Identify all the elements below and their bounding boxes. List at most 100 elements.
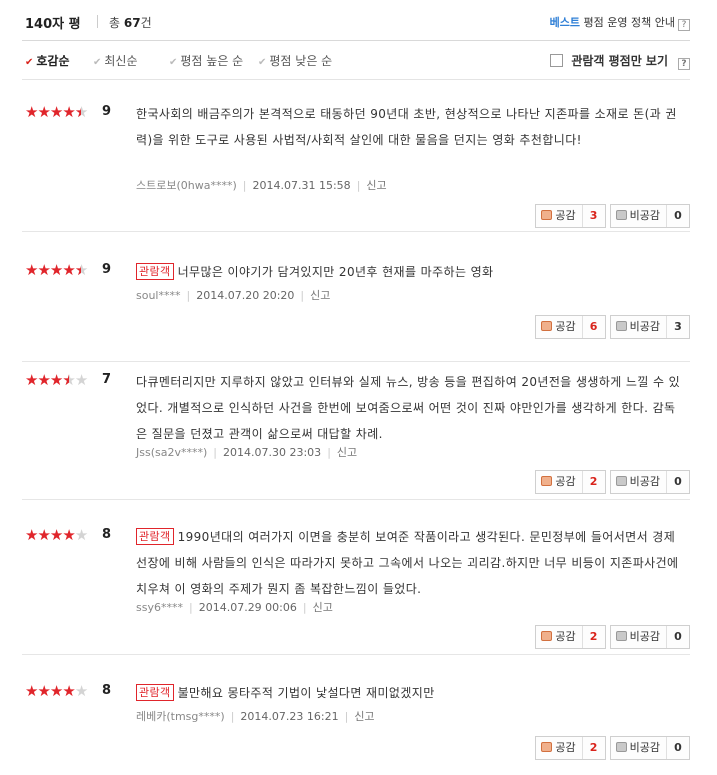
- review-item: ★★★★★ 9 관람객너무많은 이야기가 담겨있지만 20년후 현재를 마주하는…: [22, 262, 690, 362]
- audience-only-checkbox[interactable]: [550, 54, 564, 67]
- check-icon: ✔: [258, 57, 267, 68]
- review-header: 140자 평 총 67건 베스트 평점 운영 정책 안내?: [25, 13, 690, 35]
- help-icon[interactable]: ?: [678, 58, 690, 70]
- review-meta: Jss(sa2v****) | 2014.07.30 23:03 | 신고: [136, 444, 357, 460]
- like-button[interactable]: 공감 3: [535, 204, 606, 228]
- check-icon: ✔: [25, 57, 34, 68]
- dislike-label: 비공감: [629, 630, 660, 643]
- review-author[interactable]: soul****: [136, 289, 181, 302]
- sort-label: 평점 높은 순: [180, 54, 244, 68]
- sort-label: 최신순: [104, 54, 138, 68]
- sort-high-rating[interactable]: ✔ 평점 높은 순: [169, 52, 243, 69]
- thumbs-down-icon: [615, 631, 627, 641]
- meta-divider: |: [230, 710, 235, 723]
- star-icon: ★: [37, 261, 50, 279]
- meta-divider: |: [356, 179, 361, 192]
- like-button[interactable]: 공감 6: [535, 315, 606, 339]
- review-item: ★★★★★ 8 관람객 불만해요 몽타주적 기법이 낯설다면 재미없겠지만 레베카…: [22, 683, 690, 775]
- like-button[interactable]: 공감 2: [535, 625, 606, 649]
- report-link[interactable]: 신고: [337, 446, 357, 459]
- review-text: 관람객 1990년대의 여러가지 이면을 충분히 보여준 작품이라고 생각된다. …: [136, 524, 681, 602]
- audience-badge: 관람객: [136, 684, 174, 701]
- vote-buttons: 공감 2 비공감 0: [535, 625, 690, 649]
- audience-badge: 관람객: [136, 263, 174, 280]
- dislike-button[interactable]: 비공감 0: [609, 470, 690, 494]
- dislike-button[interactable]: 비공감 0: [609, 204, 690, 228]
- star-icon: ★: [74, 682, 88, 700]
- sort-latest[interactable]: ✔ 최신순: [93, 52, 138, 69]
- dislike-button[interactable]: 비공감 0: [609, 736, 690, 760]
- dislike-count: 0: [674, 475, 682, 488]
- meta-divider: |: [300, 289, 305, 302]
- star-rating: ★★★★★: [25, 682, 88, 700]
- review-author[interactable]: 레베카(tmsg****): [136, 710, 225, 723]
- sort-label: 평점 낮은 순: [269, 54, 333, 68]
- like-label: 공감: [555, 630, 576, 643]
- sort-likes[interactable]: ✔ 호감순: [25, 52, 70, 69]
- star-rating: ★★★★★: [25, 261, 88, 279]
- dislike-count: 0: [674, 741, 682, 754]
- report-link[interactable]: 신고: [366, 179, 386, 192]
- thumbs-up-icon: [541, 631, 553, 641]
- check-icon: ✔: [93, 57, 102, 68]
- review-body: 불만해요 몽타주적 기법이 낯설다면 재미없겠지만: [177, 686, 435, 700]
- dislike-label: 비공감: [629, 741, 660, 754]
- star-icon: ★: [49, 371, 63, 389]
- rating-score: 8: [102, 683, 112, 698]
- star-icon: ★: [49, 103, 63, 121]
- star-icon: ★: [74, 526, 88, 544]
- star-icon: ★: [25, 261, 38, 279]
- star-icon: ★: [37, 103, 50, 121]
- like-label: 공감: [555, 320, 576, 333]
- help-icon[interactable]: ?: [678, 19, 690, 31]
- audience-badge: 관람객: [136, 528, 174, 545]
- vote-buttons: 공감 2 비공감 0: [535, 470, 690, 494]
- review-meta: 스트로보(0hwa****) | 2014.07.31 15:58 | 신고: [136, 177, 387, 193]
- dislike-count: 3: [674, 320, 682, 333]
- vote-buttons: 공감 3 비공감 0: [535, 204, 690, 228]
- star-icon: ★: [74, 371, 88, 389]
- report-link[interactable]: 신고: [313, 601, 333, 614]
- star-icon: ★: [49, 682, 63, 700]
- rating-score: 7: [102, 372, 112, 387]
- total-number: 67: [123, 16, 141, 30]
- star-icon: ★: [62, 526, 75, 544]
- like-count: 3: [589, 209, 598, 222]
- total-prefix: 총: [109, 16, 121, 30]
- star-icon: ★: [62, 682, 75, 700]
- like-button[interactable]: 공감 2: [535, 736, 606, 760]
- rating-score: 9: [102, 262, 112, 277]
- meta-divider: |: [213, 446, 217, 459]
- star-rating: ★★★★★: [25, 103, 88, 121]
- review-text: 관람객 너무많은 이야기가 담겨있지만 20년후 현재를 마주하는 영화: [136, 259, 681, 285]
- dislike-button[interactable]: 비공감 3: [609, 315, 690, 339]
- dislike-label: 비공감: [629, 475, 660, 488]
- like-count: 6: [589, 320, 598, 333]
- like-button[interactable]: 공감 2: [535, 470, 606, 494]
- report-link[interactable]: 신고: [310, 289, 330, 302]
- star-icon: ★: [37, 526, 50, 544]
- review-meta: soul**** | 2014.07.20 20:20 | 신고: [136, 287, 330, 303]
- like-label: 공감: [555, 741, 576, 754]
- vote-buttons: 공감 6 비공감 3: [535, 315, 690, 339]
- sort-low-rating[interactable]: ✔ 평점 낮은 순: [258, 52, 332, 69]
- review-date: 2014.07.31 15:58: [252, 179, 351, 192]
- thumbs-up-icon: [541, 742, 553, 752]
- review-author[interactable]: ssy6****: [136, 601, 183, 614]
- thumbs-down-icon: [615, 476, 627, 486]
- dislike-label: 비공감: [629, 320, 660, 333]
- review-author[interactable]: Jss(sa2v****): [136, 446, 207, 459]
- dislike-button[interactable]: 비공감 0: [609, 625, 690, 649]
- star-icon: ★: [62, 261, 75, 279]
- audience-only-toggle[interactable]: 관람객 평점만 보기?: [550, 52, 690, 70]
- review-author[interactable]: 스트로보(0hwa****): [136, 179, 237, 192]
- star-icon: ★: [25, 371, 38, 389]
- review-meta: 레베카(tmsg****) | 2014.07.23 16:21 | 신고: [136, 708, 375, 724]
- policy-link[interactable]: 베스트 평점 운영 정책 안내?: [550, 14, 690, 31]
- thumbs-up-icon: [541, 321, 553, 331]
- review-date: 2014.07.20 20:20: [196, 289, 295, 302]
- star-icon: ★: [75, 262, 88, 278]
- star-rating: ★★★★★: [25, 371, 88, 389]
- report-link[interactable]: 신고: [354, 710, 374, 723]
- star-rating: ★★★★★: [25, 526, 88, 544]
